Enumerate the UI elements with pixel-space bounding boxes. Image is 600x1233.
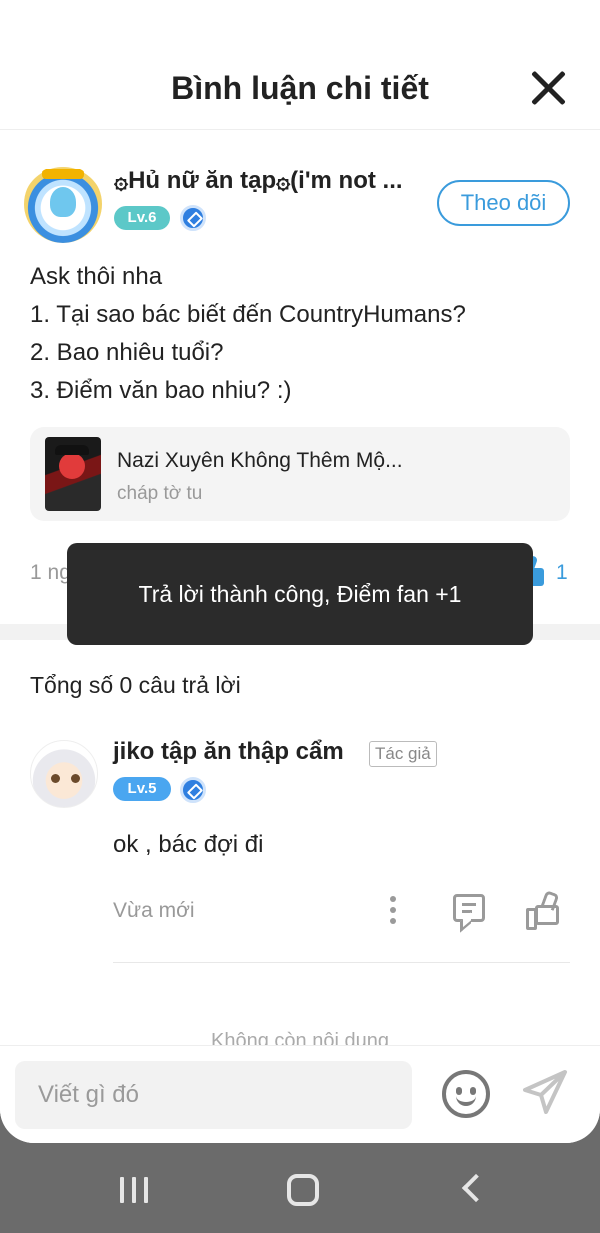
like-count: 1 <box>556 561 568 584</box>
book-subtitle: cháp tờ tu <box>117 483 203 504</box>
close-icon[interactable] <box>528 68 568 108</box>
send-icon[interactable] <box>519 1066 571 1118</box>
comment-detail-sheet: Bình luận chi tiết ۞Hủ nữ ăn tạp۞(i'm no… <box>0 0 600 1143</box>
nav-recent-icon[interactable] <box>120 1177 150 1203</box>
comment-input[interactable] <box>15 1061 412 1129</box>
comment-icon[interactable] <box>453 894 485 922</box>
reply-text: ok , bác đợi đi <box>113 831 264 858</box>
post-line: 1. Tại sao bác biết đến CountryHumans? <box>30 301 466 328</box>
page-title: Bình luận chi tiết <box>171 70 429 106</box>
reply-author-name[interactable]: jiko tập ăn thập cẩm <box>113 738 344 766</box>
post-body: Ask thôi nha 1. Tại sao bác biết đến Cou… <box>30 258 570 410</box>
emoji-icon[interactable] <box>442 1070 490 1118</box>
book-title: Nazi Xuyên Không Thêm Mộ... <box>117 449 403 472</box>
reply-divider <box>113 962 570 963</box>
book-cover <box>45 437 101 511</box>
avatar-frame-crown <box>42 169 84 179</box>
author-name[interactable]: ۞Hủ nữ ăn tạp۞(i'm not ... <box>114 166 434 195</box>
gem-icon <box>180 777 206 803</box>
input-bar <box>0 1045 600 1143</box>
post-line: 2. Bao nhiêu tuổi? <box>30 339 224 366</box>
more-icon[interactable] <box>388 894 398 926</box>
post-line: 3. Điểm văn bao nhiu? :) <box>30 377 292 404</box>
author-avatar[interactable] <box>24 165 102 243</box>
level-badge: Lv.6 <box>114 206 170 230</box>
replies-count: Tổng số 0 câu trả lời <box>30 672 241 698</box>
thumbs-up-icon[interactable] <box>526 893 562 930</box>
toast-message: Trả lời thành công, Điểm fan +1 <box>67 543 533 645</box>
author-tag: Tác giả <box>369 741 437 767</box>
book-card[interactable]: Nazi Xuyên Không Thêm Mộ... cháp tờ tu <box>30 427 570 521</box>
gem-icon <box>180 205 206 231</box>
post-line: Ask thôi nha <box>30 263 163 290</box>
level-badge: Lv.5 <box>113 777 171 801</box>
reply-avatar[interactable] <box>30 740 98 808</box>
reply-time: Vừa mới <box>113 899 195 922</box>
follow-button[interactable]: Theo dõi <box>437 180 570 226</box>
no-more-content: Không còn nội dung <box>211 1030 389 1046</box>
nav-home-icon[interactable] <box>287 1174 319 1206</box>
header: Bình luận chi tiết <box>0 0 600 130</box>
avatar-character <box>50 187 76 217</box>
